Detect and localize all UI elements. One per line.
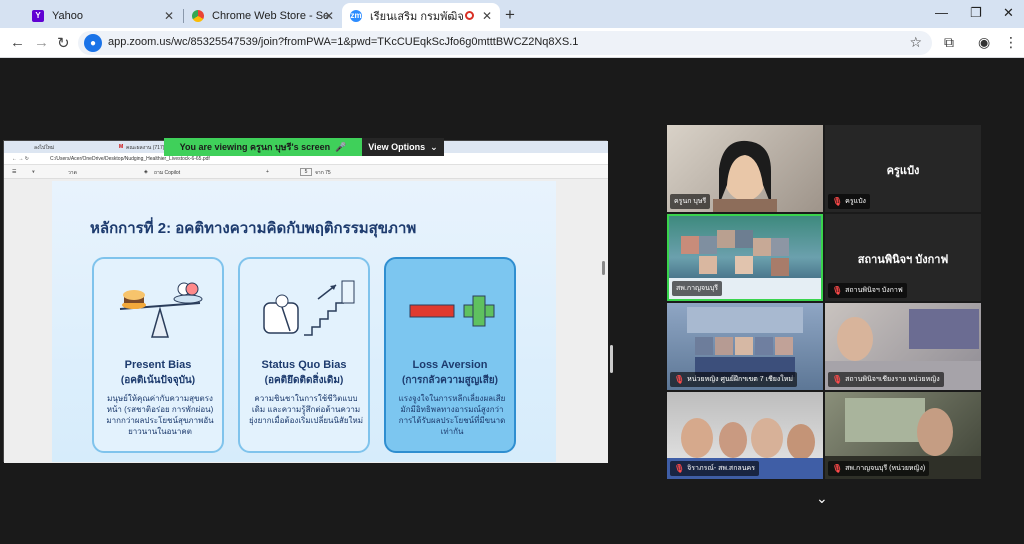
tab-title: Yahoo — [52, 9, 83, 22]
present-bias-card: Present Bias (อคติเน้นปัจจุบัน) มนุษย์ให… — [92, 257, 224, 453]
tab-yahoo[interactable]: Y Yahoo ✕ — [24, 3, 182, 28]
pdf-draw-tool: วาด — [68, 170, 77, 176]
view-options-label: View Options — [368, 142, 426, 152]
close-tab-icon[interactable]: ✕ — [482, 9, 492, 23]
card-description: แรงจูงใจในการหลีกเลี่ยงผลเสียมักมีอิทธิพ… — [398, 394, 506, 436]
new-tab-icon[interactable]: + — [505, 5, 515, 25]
pdf-scrollbar[interactable] — [602, 261, 605, 275]
pdf-page-number: 5 — [300, 168, 312, 176]
browser-toolbar: ← → ↻ ● app.zoom.us/wc/85325547539/join?… — [0, 28, 1024, 58]
recording-icon — [465, 11, 474, 20]
video-tile-5[interactable]: 🎙 หน่วยหญิง ศูนย์ฝึกฯเขต 7 เชียงใหม่ — [667, 303, 823, 390]
forward-icon[interactable]: → — [34, 34, 49, 51]
mic-muted-icon: 🎙 — [832, 286, 843, 295]
view-options-button[interactable]: View Options ⌄ — [362, 138, 444, 156]
burger-scale-icon — [119, 282, 203, 338]
mic-muted-icon: 🎤 — [335, 141, 347, 152]
pdf-filter-icon: ⩔ — [32, 169, 35, 175]
mic-muted-icon: 🎙 — [832, 464, 843, 473]
video-tile-4[interactable]: สถานพินิจฯ บังกาฟ 🎙 สถานพินิจฯ บังกาฟ — [825, 214, 981, 301]
shared-tab-1: ลงไปใหม่ — [34, 145, 55, 151]
menu-icon[interactable]: ⋮ — [1004, 34, 1018, 51]
browser-tab-bar: Y Yahoo ✕ Chrome Web Store - Search Re ✕… — [0, 0, 1024, 28]
video-tile-1[interactable]: ครูนก บุษรี — [667, 125, 823, 212]
yahoo-icon: Y — [32, 9, 44, 22]
mic-muted-icon: 🎙 — [832, 375, 843, 384]
participant-name: 🎙 จิราภรณ์- สพ.สกลนคร — [670, 461, 759, 476]
tab-title: Chrome Web Store - Search Re — [212, 9, 330, 22]
tab-chrome-web-store[interactable]: Chrome Web Store - Search Re ✕ — [184, 3, 342, 28]
zoom-meeting-stage: You are viewing ครูนก บุษรี's screen 🎤 V… — [0, 58, 1024, 544]
card-description: มนุษย์ให้คุณค่ากับความสุขตรงหน้า (รสชาติ… — [106, 394, 214, 436]
slide-page: หลักการที่ 2: อคติทางความคิดกับพฤติกรรมส… — [52, 181, 556, 462]
viewing-banner-text: You are viewing ครูนก บุษรี's screen — [179, 142, 331, 152]
participant-name: 🎙 หน่วยหญิง ศูนย์ฝึกฯเขต 7 เชียงใหม่ — [670, 372, 797, 387]
pdf-zoom-in-icon: + — [266, 169, 269, 175]
video-tile-3[interactable]: สพ.กาญจนบุรี — [667, 214, 823, 301]
close-tab-icon[interactable]: ✕ — [324, 9, 334, 23]
tab-title: เรียนเสริม กรมพัฒิจ — [370, 10, 464, 23]
video-tile-7[interactable]: 🎙 จิราภรณ์- สพ.สกลนคร — [667, 392, 823, 479]
participant-name: 🎙 ครูแป๋ง — [828, 194, 870, 209]
video-tile-2[interactable]: ครูแป๋ง 🎙 ครูแป๋ง — [825, 125, 981, 212]
close-window-icon[interactable]: ✕ — [1003, 5, 1014, 21]
slide-title: หลักการที่ 2: อคติทางความคิดกับพฤติกรรมส… — [90, 220, 417, 237]
mic-muted-icon: 🎙 — [674, 375, 685, 384]
gmail-icon: M — [119, 144, 124, 150]
participant-big-name: ครูแป๋ง — [886, 165, 920, 177]
chevron-down-icon[interactable]: ⌄ — [816, 490, 828, 507]
mic-muted-icon: 🎙 — [674, 464, 685, 473]
participant-name: 🎙 สถานพินิจฯ บังกาฟ — [828, 283, 907, 298]
card-title: Status Quo Bias — [261, 359, 347, 371]
minimize-icon[interactable]: — — [935, 5, 948, 20]
restore-icon[interactable]: ❐ — [970, 5, 982, 21]
chrome-web-store-icon — [192, 9, 204, 22]
participant-name: 🎙 สถานพินิจฯเชียงราย หน่วยหญิง — [828, 372, 944, 387]
card-description: ความชินชาในการใช้ชีวิตแบบเดิม และความรู้… — [248, 394, 363, 425]
bookmark-star-icon[interactable]: ☆ — [909, 34, 922, 51]
viewing-banner: You are viewing ครูนก บุษรี's screen 🎤 — [164, 138, 362, 156]
participant-name: ครูนก บุษรี — [670, 194, 711, 209]
pdf-page-total: จาก 75 — [315, 170, 331, 176]
card-subtitle: (อคติยึดติดสิ่งเดิม) — [264, 375, 344, 386]
pdf-copilot: ถาม Copilot — [154, 170, 181, 176]
address-bar[interactable]: ● app.zoom.us/wc/85325547539/join?fromPW… — [78, 31, 932, 55]
video-tile-6[interactable]: 🎙 สถานพินิจฯเชียงราย หน่วยหญิง — [825, 303, 981, 390]
close-tab-icon[interactable]: ✕ — [164, 9, 174, 23]
minus-plus-icon — [409, 295, 495, 327]
chevron-down-icon: ⌄ — [430, 141, 438, 152]
card-title: Loss Aversion — [412, 359, 488, 371]
card-subtitle: (การกลัวความสูญเสีย) — [401, 375, 498, 386]
url-text[interactable]: app.zoom.us/wc/85325547539/join?fromPWA=… — [108, 36, 578, 48]
mic-muted-icon: 🎙 — [832, 197, 843, 206]
back-icon[interactable]: ← — [10, 34, 25, 51]
video-tile-8[interactable]: 🎙 สพ.กาญจนบุรี (หน่วยหญิง) — [825, 392, 981, 479]
panel-resize-handle[interactable] — [610, 345, 613, 373]
profile-icon[interactable]: ◉ — [978, 34, 990, 51]
participant-big-name: สถานพินิจฯ บังกาฟ — [857, 254, 949, 266]
shared-screen: ลงไปใหม่ M คณะผลงาน (717) ← → ↻ C:/Users… — [3, 140, 608, 463]
card-subtitle: (อคติเน้นปัจจุบัน) — [120, 375, 196, 386]
extensions-icon[interactable]: ⧉ — [944, 34, 954, 51]
card-title: Present Bias — [124, 359, 192, 371]
participant-name: สพ.กาญจนบุรี — [672, 281, 723, 296]
shared-url: C:/Users/Acer/OneDrive/Desktop/Nudging_H… — [50, 156, 210, 162]
pdf-toolbar: ☰ ⩔ วาด ◈ ถาม Copilot + 5 จาก 75 — [4, 165, 608, 179]
shared-tab-2: คณะผลงาน (717) — [126, 145, 165, 151]
pdf-menu-icon: ☰ — [12, 169, 17, 175]
zoom-icon: zm — [350, 9, 362, 22]
microphone-icon[interactable]: ● — [84, 34, 102, 52]
reload-icon[interactable]: ↻ — [57, 34, 70, 52]
participant-name: 🎙 สพ.กาญจนบุรี (หน่วยหญิง) — [828, 461, 930, 476]
status-quo-bias-card: Status Quo Bias (อคติยึดติดสิ่งเดิม) ควา… — [238, 257, 370, 453]
loss-aversion-card: Loss Aversion (การกลัวความสูญเสีย) แรงจู… — [384, 257, 516, 453]
tab-zoom[interactable]: zm เรียนเสริม กรมพัฒิจ ✕ — [342, 3, 500, 28]
armchair-stairs-icon — [263, 280, 355, 336]
copilot-icon: ◈ — [144, 169, 148, 175]
